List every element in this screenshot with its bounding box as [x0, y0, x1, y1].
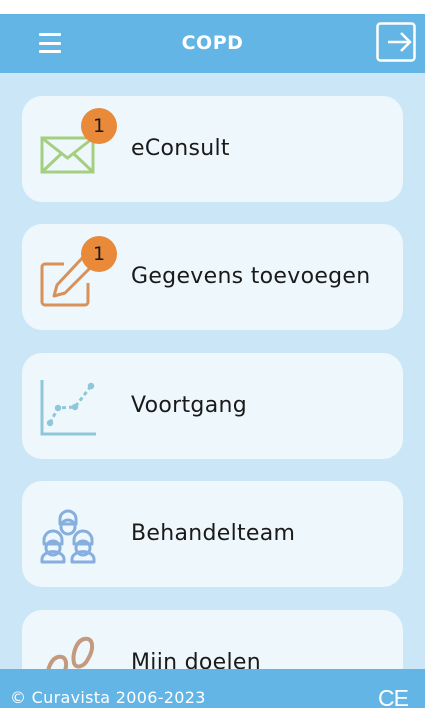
notification-badge: 1 — [81, 236, 117, 272]
tile-label: eConsult — [131, 136, 230, 161]
footsteps-icon — [40, 633, 96, 669]
tile-label: Gegevens toevoegen — [131, 264, 371, 289]
progress-chart-icon — [40, 376, 96, 436]
team-icon — [40, 504, 96, 564]
copyright-text: © Curavista 2006-2023 — [10, 688, 206, 707]
tile-label: Voortgang — [131, 393, 247, 418]
main-content: 1 eConsult 1 Gegevens toevoegen Voortgan… — [0, 73, 425, 669]
tile-behandelteam[interactable]: Behandelteam — [22, 481, 403, 587]
footer: © Curavista 2006-2023 CE — [0, 669, 425, 711]
tile-econsult[interactable]: 1 eConsult — [22, 96, 403, 202]
logout-icon[interactable] — [376, 22, 416, 62]
page-title: COPD — [181, 32, 244, 54]
top-bar: COPD — [0, 14, 425, 73]
tile-label: Behandelteam — [131, 521, 296, 546]
tile-voortgang[interactable]: Voortgang — [22, 353, 403, 459]
tile-label: Mijn doelen — [131, 650, 261, 669]
notification-badge: 1 — [81, 108, 117, 144]
tile-gegevens-toevoegen[interactable]: 1 Gegevens toevoegen — [22, 224, 403, 330]
tile-mijn-doelen[interactable]: Mijn doelen — [22, 610, 403, 669]
